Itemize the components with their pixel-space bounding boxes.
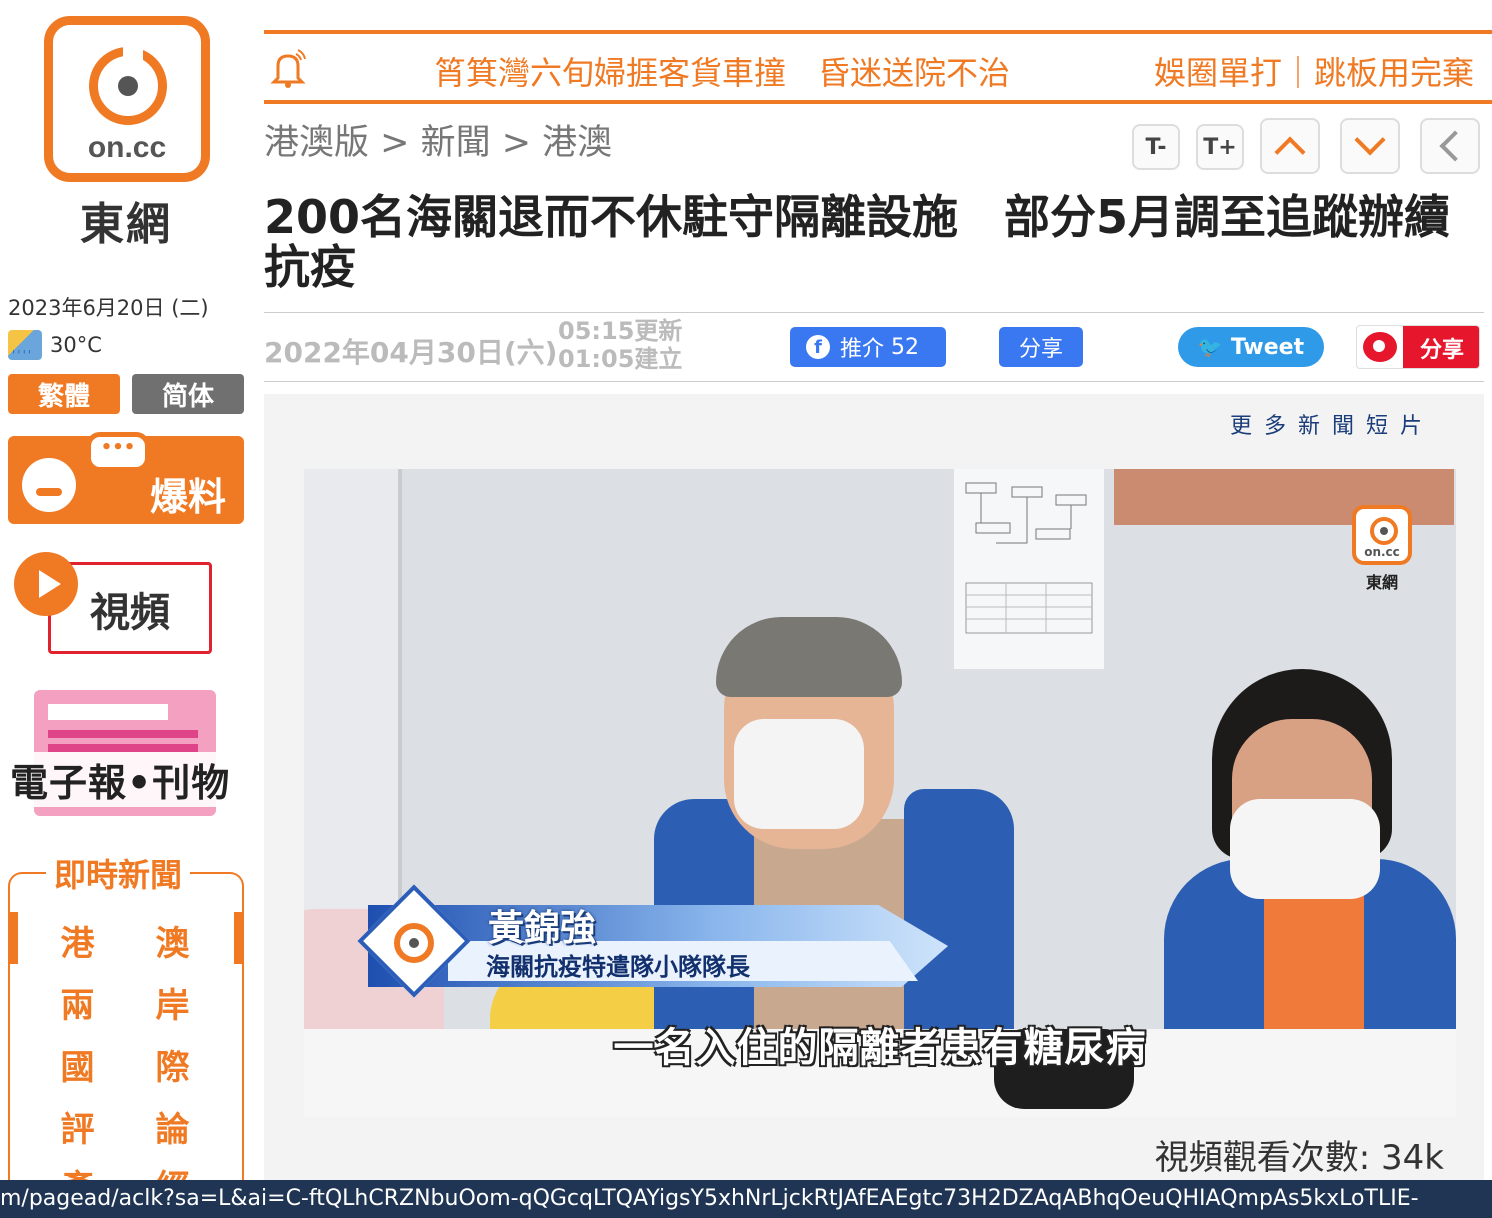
weather-icon bbox=[8, 330, 42, 362]
video-link-label: 視頻 bbox=[90, 590, 170, 636]
logo-ring-icon bbox=[1370, 517, 1398, 545]
instant-news-title: 即時新聞 bbox=[46, 850, 191, 896]
twitter-bird-icon: 🐦 bbox=[1197, 335, 1223, 359]
video-subtitle: 一名入住的隔離者患有糖尿病 bbox=[613, 1025, 1147, 1071]
article-meta-bar: 2022年04月30日(六) 05:15更新 01:05建立 f 推介 52 分… bbox=[264, 312, 1484, 382]
publish-date: 2022年04月30日(六) bbox=[264, 336, 558, 369]
ticker-headline[interactable]: 娛圈單打｜跳板用完棄 bbox=[1154, 48, 1474, 94]
video-view-count: 視頻觀看次數: 34k bbox=[1155, 1130, 1444, 1179]
back-button[interactable] bbox=[1420, 118, 1480, 174]
speaker-name: 黃錦強 bbox=[488, 908, 597, 949]
traditional-chinese-button[interactable]: 繁體 bbox=[8, 374, 120, 414]
simplified-chinese-button[interactable]: 简体 bbox=[132, 374, 244, 414]
breadcrumb[interactable]: 港澳版 > 新聞 > 港澳 bbox=[264, 114, 612, 165]
wall-flowchart bbox=[965, 482, 1093, 634]
next-article-button[interactable] bbox=[1340, 118, 1400, 174]
updated-time: 05:15更新 bbox=[558, 317, 683, 345]
sidebar: on.cc 東網 2023年6月20日 (二) 30°C 繁體 简体 ••• 爆… bbox=[0, 0, 252, 1218]
speaker-caption: 黃錦強 海關抗疫特遣隊小隊隊長 bbox=[348, 884, 948, 998]
views-label: 視頻觀看次數: bbox=[1154, 1138, 1371, 1178]
speech-bubble-icon: ••• bbox=[86, 432, 150, 472]
watermark-name: 東網 bbox=[1365, 573, 1398, 592]
status-bar-url: m/pagead/aclk?sa=L&ai=C-ftQLhCRZNbuOom-q… bbox=[0, 1180, 1492, 1218]
weibo-icon bbox=[1363, 332, 1397, 362]
font-smaller-button[interactable]: T- bbox=[1132, 124, 1180, 170]
chevron-left-icon bbox=[1439, 130, 1471, 162]
instant-news-item-commentary[interactable]: 評 論 bbox=[30, 1102, 220, 1151]
chevron-up-icon bbox=[1274, 136, 1306, 168]
active-indicator bbox=[10, 912, 18, 964]
video-player[interactable]: on.cc 東網 黃錦強 海關抗疫特遣隊小隊隊長 一名入住的隔離者患有糖尿病 bbox=[304, 469, 1456, 1117]
logo-ring-icon bbox=[394, 923, 434, 963]
site-logo[interactable]: on.cc bbox=[44, 16, 210, 182]
temperature: 30°C bbox=[50, 333, 102, 357]
epaper-label: 電子報•刊物 bbox=[10, 752, 246, 807]
weibo-share-button[interactable]: 分享 bbox=[1356, 325, 1480, 369]
video-section: 更多新聞短片 on.cc 東網 黃錦強 海關抗疫特遣隊小隊隊長 一名入住的隔離者… bbox=[264, 394, 1484, 1180]
oncc-watermark-logo: on.cc bbox=[1352, 505, 1412, 565]
active-indicator bbox=[234, 912, 242, 964]
article-times: 05:15更新 01:05建立 bbox=[558, 317, 682, 373]
more-news-clips-link[interactable]: 更多新聞短片 bbox=[1230, 408, 1434, 440]
current-date: 2023年6月20日 (二) bbox=[8, 296, 209, 320]
baoliao-button[interactable]: ••• 爆料 bbox=[8, 432, 244, 524]
news-ticker: 筲箕灣六旬婦捱客貨車撞 昏迷送院不治 娛圈單打｜跳板用完棄 bbox=[264, 30, 1492, 104]
fb-like-count: 52 bbox=[891, 334, 920, 360]
facebook-like-button[interactable]: f 推介 52 bbox=[790, 327, 946, 367]
ticker-headline[interactable]: 筲箕灣六旬婦捱客貨車撞 昏迷送院不治 bbox=[434, 48, 1010, 94]
reporter-face-icon bbox=[22, 458, 76, 512]
instant-news-item-cross-strait[interactable]: 兩 岸 bbox=[30, 978, 220, 1027]
logo-text: on.cc bbox=[87, 131, 167, 164]
views-count: 34k bbox=[1381, 1138, 1444, 1178]
facebook-share-button[interactable]: 分享 bbox=[999, 327, 1083, 367]
fb-like-label: 推介 bbox=[840, 337, 885, 362]
facebook-icon: f bbox=[806, 335, 830, 359]
tweet-label: Tweet bbox=[1230, 334, 1305, 360]
tweet-button[interactable]: 🐦 Tweet bbox=[1178, 327, 1324, 367]
instant-news-item-hk-macau[interactable]: 港 澳 bbox=[30, 916, 220, 965]
chevron-down-icon bbox=[1354, 124, 1386, 156]
bell-icon bbox=[270, 49, 306, 88]
weather-widget[interactable]: 30°C bbox=[8, 330, 102, 362]
font-larger-button[interactable]: T+ bbox=[1196, 124, 1244, 170]
article-headline: 200名海關退而不休駐守隔離設施 部分5月調至追蹤辦續抗疫 bbox=[264, 190, 1451, 294]
play-icon bbox=[14, 552, 78, 616]
instant-news-item-international[interactable]: 國 際 bbox=[30, 1040, 220, 1089]
created-time: 01:05建立 bbox=[558, 345, 683, 373]
previous-article-button[interactable] bbox=[1260, 118, 1320, 174]
site-name: 東網 bbox=[80, 199, 172, 250]
speaker-title: 海關抗疫特遣隊小隊隊長 bbox=[486, 953, 750, 981]
weibo-share-label: 分享 bbox=[1403, 326, 1479, 368]
baoliao-label: 爆料 bbox=[149, 475, 226, 519]
